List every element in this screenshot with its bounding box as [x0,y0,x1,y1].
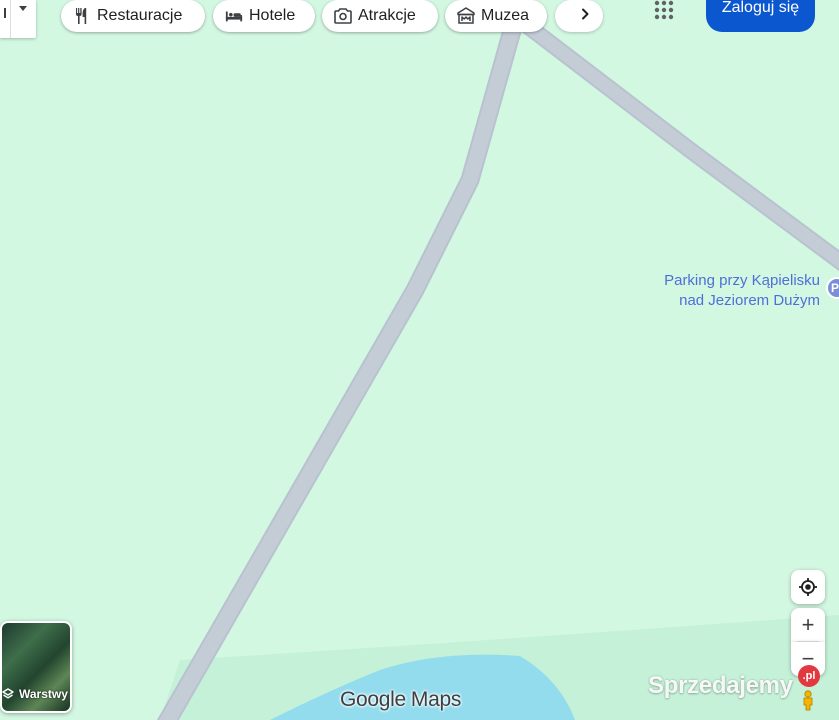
watermark-badge: .pl [798,665,820,687]
chevron-right-icon [579,7,591,25]
my-location-button[interactable] [791,570,825,604]
layers-icon [2,688,14,700]
categories-next-button[interactable] [555,0,603,32]
search-divider [10,0,11,38]
layers-label-row: Warstwy [2,687,68,701]
layers-button[interactable]: Warstwy [0,621,72,713]
chip-label: Atrakcje [358,7,416,24]
place-label-parking[interactable]: Parking przy Kąpielisku nad Jeziorem Duż… [664,271,820,311]
camera-icon [334,7,352,25]
signin-button[interactable]: Zaloguj się [706,0,815,32]
chip-restaurants[interactable]: Restauracje [61,0,205,32]
logo-google: Google [340,688,406,711]
zoom-in-label: + [801,612,815,637]
watermark-text: Sprzedajemy [648,672,793,699]
chip-museums[interactable]: Muzea [445,0,547,32]
google-maps-logo: Google Maps [340,688,461,712]
search-box[interactable] [0,0,36,38]
chip-hotels[interactable]: Hotele [213,0,315,32]
my-location-icon [799,578,817,596]
roads [156,10,839,720]
place-label-line2: nad Jeziorem Dużym [679,292,820,309]
chip-label: Muzea [481,7,530,24]
road-main [156,10,525,720]
search-cursor [4,8,6,18]
logo-maps: Maps [410,688,462,711]
map-surface[interactable] [0,0,839,720]
museum-icon [457,7,475,25]
chevron-down-icon[interactable] [19,6,27,11]
layers-label: Warstwy [19,687,68,701]
restaurant-icon [73,7,91,25]
chip-attractions[interactable]: Atrakcje [322,0,438,32]
map-canvas[interactable]: Restauracje Hotele Atrakcje Muzea Zalogu… [0,0,839,720]
chip-label: Hotele [249,7,296,24]
apps-grid-icon [654,0,674,20]
signin-label: Zaloguj się [721,0,800,16]
hotel-icon [225,7,243,25]
chip-label: Restauracje [97,7,183,24]
zoom-in-button[interactable]: + [791,608,825,642]
place-label-line1: Parking przy Kąpielisku [664,272,820,289]
parking-pin-letter: P [831,281,839,295]
apps-button[interactable] [652,0,676,22]
